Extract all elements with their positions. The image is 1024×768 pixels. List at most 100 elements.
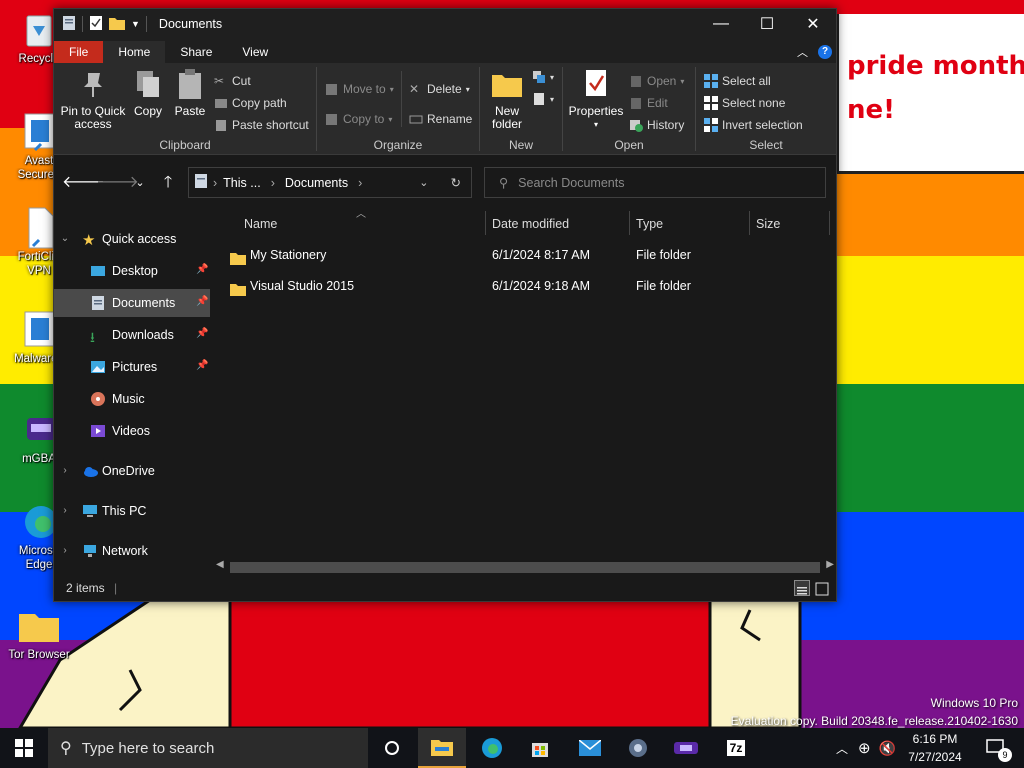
paste-button[interactable]: Paste [170, 67, 210, 118]
windows-logo-icon [15, 739, 33, 757]
notification-center-button[interactable]: 9 [976, 728, 1016, 768]
network-globe-icon[interactable]: ⊕ [858, 739, 871, 757]
pin-icon [76, 67, 110, 101]
window-title: Documents [158, 17, 223, 31]
desktop-icon-tor-browser[interactable]: Tor Browser [0, 604, 78, 662]
sidebar-item-videos[interactable]: Videos [54, 417, 210, 445]
sidebar-item-music[interactable]: Music [54, 385, 210, 413]
sidebar-item-onedrive[interactable]: › OneDrive [54, 457, 210, 485]
chevron-right-icon[interactable]: › [60, 505, 70, 516]
new-item-button[interactable]: ▾ [532, 67, 554, 87]
column-header-type[interactable]: Type [636, 211, 663, 237]
table-row[interactable]: My Stationery 6/1/2024 8:17 AM File fold… [226, 241, 826, 269]
edit-button[interactable]: Edit [629, 93, 668, 113]
taskbar-settings[interactable] [614, 728, 662, 768]
new-folder-button[interactable]: New folder [486, 67, 528, 131]
taskbar-store[interactable] [516, 728, 564, 768]
search-box[interactable]: ⚲ Search Documents [484, 167, 826, 198]
horizontal-scrollbar[interactable]: ◀ ▶ [212, 559, 836, 576]
sidebar-item-pictures[interactable]: Pictures 📌 [54, 353, 210, 381]
pin-icon[interactable]: 📌 [196, 264, 208, 278]
minimize-button[interactable]: — [698, 9, 744, 39]
chevron-right-icon[interactable]: › [60, 465, 70, 476]
downloads-icon: ⭳ [90, 329, 95, 345]
start-button[interactable] [0, 728, 48, 768]
videos-icon [90, 423, 106, 439]
paste-shortcut-button[interactable]: Paste shortcut [214, 115, 309, 135]
invert-selection-button[interactable]: Invert selection [704, 115, 803, 135]
chevron-right-icon[interactable]: › [60, 545, 70, 556]
easy-access-button[interactable]: ▾ [532, 89, 554, 109]
pin-icon[interactable]: 📌 [196, 328, 208, 342]
column-header-date-modified[interactable]: Date modified [492, 211, 569, 237]
taskbar-file-explorer[interactable] [418, 728, 466, 768]
chevron-up-icon[interactable]: ︿ [836, 740, 848, 757]
cut-button[interactable]: ✂ Cut [214, 71, 251, 91]
copy-path-button[interactable]: Copy path [214, 93, 287, 113]
edit-icon [629, 96, 643, 110]
history-button[interactable]: History [629, 115, 684, 135]
back-button[interactable]: 🡐 [62, 171, 105, 195]
task-view-button[interactable] [368, 728, 416, 768]
column-header-size[interactable]: Size [756, 211, 780, 237]
pin-icon[interactable]: 📌 [196, 296, 208, 310]
documents-icon [90, 295, 106, 311]
table-row[interactable]: Visual Studio 2015 6/1/2024 9:18 AM File… [226, 272, 826, 300]
open-icon [629, 74, 643, 88]
tab-home[interactable]: Home [103, 41, 166, 63]
sidebar-item-downloads[interactable]: ⭳ Downloads 📌 [54, 321, 210, 349]
taskbar-7zip[interactable]: 7z [712, 728, 760, 768]
taskbar-search[interactable]: ⚲ Type here to search [48, 728, 368, 768]
pin-icon[interactable]: 📌 [196, 360, 208, 374]
taskbar-edge[interactable] [468, 728, 516, 768]
address-bar[interactable]: › This ... › Documents › ⌄ ↻ [188, 167, 472, 198]
scroll-left-icon[interactable]: ◀ [216, 559, 224, 570]
properties-button[interactable]: Properties ▾ [567, 67, 625, 131]
tab-view[interactable]: View [227, 41, 283, 63]
refresh-icon[interactable]: ↻ [451, 175, 461, 190]
sidebar-item-quick-access[interactable]: ⌄ ★ Quick access [54, 225, 210, 253]
large-icons-view-icon[interactable] [814, 580, 830, 596]
volume-muted-icon[interactable]: 🔇 [879, 740, 896, 757]
help-icon[interactable]: ? [818, 45, 832, 59]
taskbar-mail[interactable] [566, 728, 614, 768]
column-header-name[interactable]: Name [244, 211, 277, 237]
open-button[interactable]: Open ▾ [629, 71, 684, 91]
task-view-icon [385, 741, 399, 755]
properties-qat-icon[interactable] [89, 15, 103, 34]
select-none-button[interactable]: Select none [704, 93, 785, 113]
close-button[interactable]: ✕ [790, 9, 836, 39]
properties-icon [579, 67, 613, 101]
chevron-down-icon[interactable]: ▼ [131, 19, 140, 29]
sidebar-item-network[interactable]: › Network [54, 537, 210, 565]
chevron-down-icon[interactable]: ⌄ [60, 233, 70, 244]
select-all-button[interactable]: Select all [704, 71, 771, 91]
taskbar-mgba[interactable] [662, 728, 710, 768]
clock[interactable]: 6:16 PM 7/27/2024 [900, 730, 970, 766]
rename-button[interactable]: Rename [409, 109, 472, 129]
sidebar-item-documents[interactable]: Documents 📌 [54, 289, 210, 317]
details-view-icon[interactable] [794, 580, 810, 596]
pin-to-quick-access-button[interactable]: Pin to Quick access [58, 67, 128, 131]
breadcrumb-documents[interactable]: Documents [285, 176, 348, 190]
copy-button[interactable]: Copy [128, 67, 168, 118]
delete-button[interactable]: ✕ Delete ▾ [409, 79, 470, 99]
address-dropdown-icon[interactable]: ⌄ [419, 176, 428, 189]
rename-icon [409, 112, 423, 126]
sidebar-item-desktop[interactable]: Desktop 📌 [54, 257, 210, 285]
scrollbar-thumb[interactable] [230, 562, 820, 573]
chevron-right-icon: › [270, 175, 275, 190]
copy-to-button[interactable]: Copy to ▾ [325, 109, 392, 129]
new-folder-qat-icon[interactable] [109, 16, 125, 33]
scroll-right-icon[interactable]: ▶ [826, 559, 834, 570]
tab-file[interactable]: File [54, 41, 104, 63]
sidebar-item-this-pc[interactable]: › This PC [54, 497, 210, 525]
recent-locations-button[interactable]: ⌄ [128, 171, 152, 195]
up-button[interactable]: 🡑 [156, 171, 180, 195]
breadcrumb-this-pc[interactable]: This ... [223, 176, 261, 190]
forward-button[interactable]: 🡒 [96, 171, 139, 195]
move-to-button[interactable]: Move to ▾ [325, 79, 394, 99]
tab-share[interactable]: Share [165, 41, 227, 63]
collapse-ribbon-icon[interactable]: ︿ [797, 44, 808, 60]
maximize-button[interactable]: ☐ [744, 9, 790, 39]
